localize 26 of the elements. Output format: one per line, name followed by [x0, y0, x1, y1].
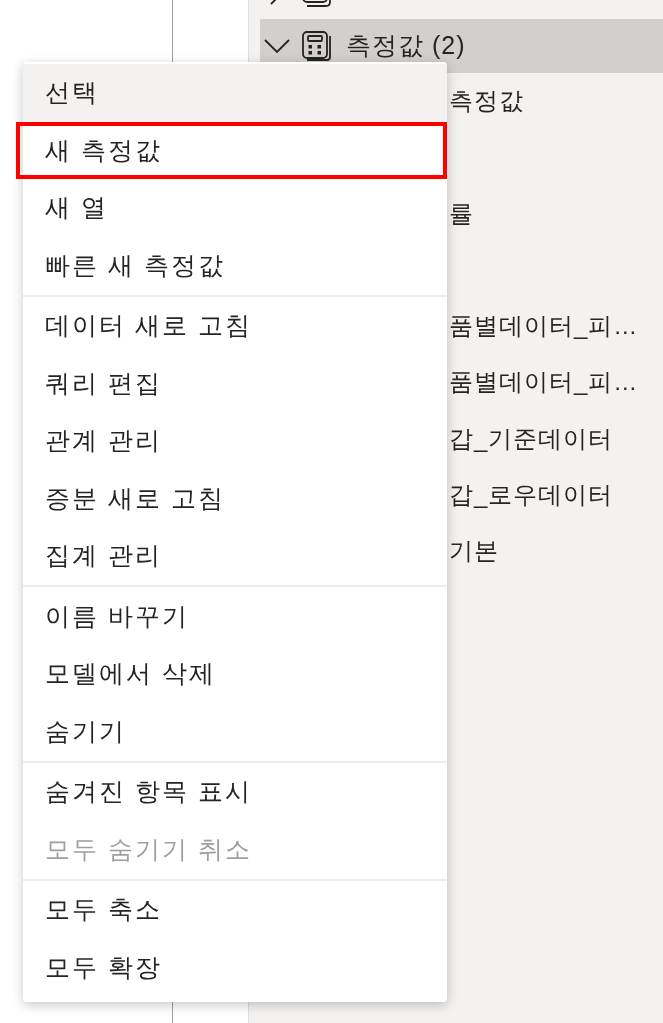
tree-label[interactable]: 기본 — [449, 533, 499, 570]
menu-item[interactable]: 집계 관리 — [23, 527, 447, 585]
menu-item[interactable]: 증분 새로 고침 — [23, 469, 447, 527]
tree-label[interactable]: 률 — [449, 195, 474, 232]
tree-label[interactable]: 품별데이터_피… — [449, 308, 639, 345]
menu-item[interactable]: 새 열 — [23, 179, 447, 237]
tree-label[interactable]: 품별데이터_피… — [449, 364, 639, 401]
menu-item[interactable]: 새 측정값 — [16, 121, 447, 179]
menu-item[interactable]: 모두 확장 — [23, 938, 447, 996]
tree-label[interactable]: 갑_기준데이터 — [449, 420, 614, 457]
tree-label[interactable]: 측정값 — [449, 83, 524, 120]
menu-item[interactable]: 숨겨진 항목 표시 — [23, 763, 447, 821]
menu-item[interactable]: 모델에서 삭제 — [23, 645, 447, 703]
menu-item[interactable]: 숨기기 — [23, 702, 447, 760]
tree-row[interactable]: 측정값 (2) — [260, 19, 663, 73]
menu-item[interactable]: 모두 축소 — [23, 881, 447, 939]
menu-item[interactable]: 데이터 새로 고침 — [23, 297, 447, 355]
menu-item[interactable]: 이름 바꾸기 — [23, 587, 447, 645]
menu-item[interactable]: 관계 관리 — [23, 412, 447, 470]
tree-label[interactable]: 갑_로우데이터 — [449, 476, 614, 513]
menu-item[interactable]: 쿼리 편집 — [23, 354, 447, 412]
calculator-icon — [302, 31, 332, 61]
menu-item[interactable]: 빠른 새 측정값 — [23, 236, 447, 294]
chevron-down-icon[interactable] — [264, 39, 290, 53]
tree-label: 측정값 (2) — [346, 30, 466, 62]
menu-item[interactable]: 선택 — [23, 64, 447, 122]
